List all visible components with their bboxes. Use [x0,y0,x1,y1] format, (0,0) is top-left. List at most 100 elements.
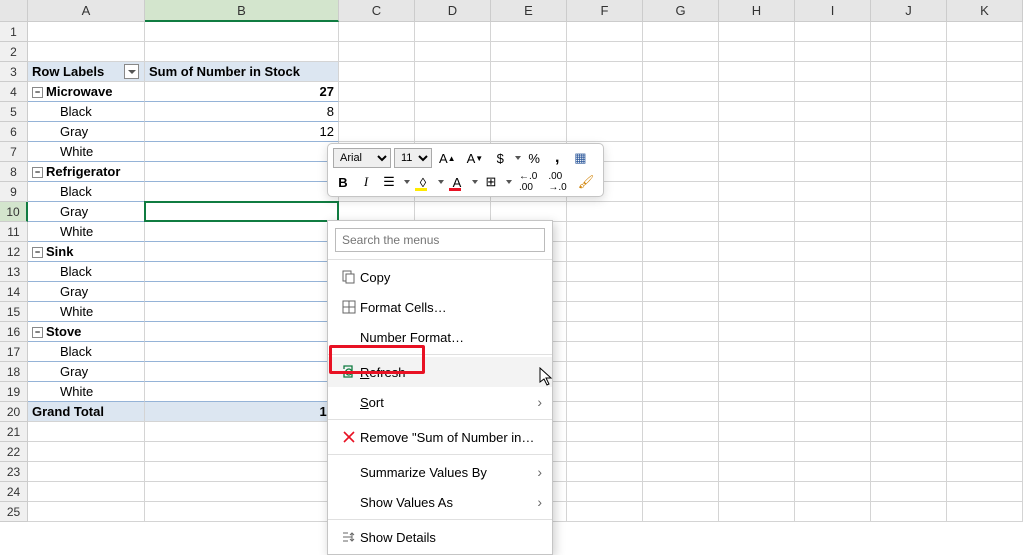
cell[interactable] [871,402,947,422]
cell[interactable] [795,442,871,462]
cell[interactable] [719,222,795,242]
conditional-format-icon[interactable]: ▦ [570,147,590,169]
cell[interactable] [643,162,719,182]
cell[interactable] [795,122,871,142]
cell[interactable] [719,502,795,522]
cell[interactable]: White [28,382,145,402]
cell[interactable] [567,122,643,142]
cell[interactable] [145,42,339,62]
cell[interactable] [719,182,795,202]
cell[interactable] [643,482,719,502]
cell[interactable]: Gray [28,122,145,142]
cell[interactable] [871,42,947,62]
cell[interactable] [28,482,145,502]
fill-color-icon[interactable]: ◊ [413,171,433,193]
cell[interactable] [947,142,1023,162]
cell[interactable] [871,182,947,202]
row-header[interactable]: 25 [0,502,28,522]
col-header-B[interactable]: B [145,0,339,22]
cell[interactable] [947,62,1023,82]
cell[interactable] [719,302,795,322]
cell[interactable] [719,202,795,222]
cell[interactable] [719,422,795,442]
row-header[interactable]: 6 [0,122,28,142]
col-header-H[interactable]: H [719,0,795,22]
row-header[interactable]: 20 [0,402,28,422]
cell[interactable] [947,182,1023,202]
row-header[interactable]: 4 [0,82,28,102]
row-header[interactable]: 13 [0,262,28,282]
cell[interactable] [145,422,339,442]
cell[interactable] [145,282,339,302]
cell[interactable] [947,362,1023,382]
cell[interactable] [947,462,1023,482]
cell[interactable] [795,482,871,502]
cell[interactable] [145,22,339,42]
cell[interactable] [643,322,719,342]
row-header[interactable]: 21 [0,422,28,442]
row-header[interactable]: 10 [0,202,28,222]
cell[interactable] [871,62,947,82]
row-header[interactable]: 12 [0,242,28,262]
cell[interactable] [871,262,947,282]
row-header[interactable]: 1 [0,22,28,42]
cell[interactable] [871,242,947,262]
cell[interactable] [947,42,1023,62]
font-size-select[interactable]: 11 [394,148,432,168]
cell[interactable] [795,222,871,242]
cell[interactable] [28,22,145,42]
cell[interactable] [871,502,947,522]
cell[interactable] [28,42,145,62]
cell[interactable]: 27 [145,82,339,102]
increase-decimal-icon[interactable]: ←.0.00 [515,171,541,193]
cell[interactable] [871,302,947,322]
border-grid-icon[interactable]: ⊞ [481,171,501,193]
cell[interactable]: Row Labels [28,62,145,82]
bold-button[interactable]: B [333,171,353,193]
shrink-font-icon[interactable]: A▼ [463,147,488,169]
cell[interactable]: Black [28,262,145,282]
cell[interactable] [415,22,491,42]
row-header[interactable]: 23 [0,462,28,482]
cell[interactable] [871,202,947,222]
cell[interactable] [567,422,643,442]
cell[interactable] [567,402,643,422]
cell[interactable]: Gray [28,362,145,382]
cell[interactable] [567,202,643,222]
cell[interactable] [947,82,1023,102]
cell[interactable]: Sum of Number in Stock [145,62,339,82]
cell[interactable] [567,82,643,102]
cell[interactable] [795,42,871,62]
cell[interactable] [871,462,947,482]
cell[interactable]: 11 [145,202,339,222]
menu-summarize-values[interactable]: Summarize Values By › [328,457,552,487]
cell[interactable] [871,282,947,302]
cell[interactable] [871,342,947,362]
cell[interactable] [567,102,643,122]
cell[interactable] [871,382,947,402]
cell[interactable] [719,262,795,282]
cell[interactable] [947,342,1023,362]
borders-icon[interactable]: ☰ [379,171,399,193]
cell[interactable] [491,42,567,62]
cell[interactable] [145,142,339,162]
cell[interactable] [145,342,339,362]
cell[interactable] [795,382,871,402]
menu-show-values-as[interactable]: Show Values As › [328,487,552,517]
cell[interactable] [719,282,795,302]
cell[interactable] [795,342,871,362]
cell[interactable] [871,442,947,462]
filter-dropdown-icon[interactable] [124,64,139,79]
cell[interactable] [567,322,643,342]
cell[interactable] [947,282,1023,302]
cell[interactable] [145,442,339,462]
row-header[interactable]: 16 [0,322,28,342]
cell[interactable] [643,142,719,162]
cell[interactable] [947,302,1023,322]
cell[interactable]: White [28,302,145,322]
cell[interactable] [947,102,1023,122]
cell[interactable] [719,382,795,402]
cell[interactable] [871,142,947,162]
cell[interactable]: −Microwave [28,82,145,102]
col-header-A[interactable]: A [28,0,145,22]
